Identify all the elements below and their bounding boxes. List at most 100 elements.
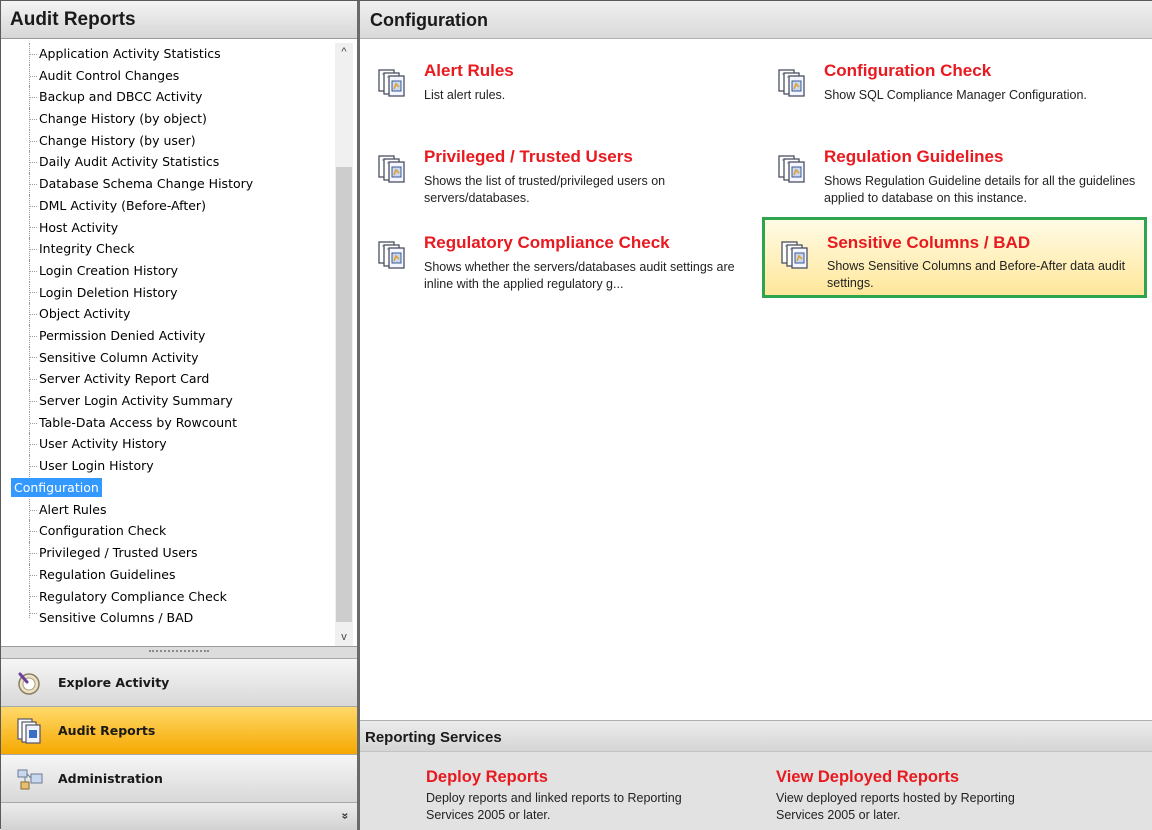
splitter-grip[interactable]	[149, 650, 209, 652]
tree-item[interactable]: Change History (by object)	[11, 108, 331, 130]
scroll-up-button[interactable]: ^	[335, 43, 353, 61]
tree-item[interactable]: User Login History	[11, 455, 331, 477]
tree-connector	[29, 498, 37, 521]
right-panel-title: Configuration	[360, 1, 1152, 39]
card-regulatory-compliance-check[interactable]: Regulatory Compliance Check Shows whethe…	[376, 233, 746, 307]
tree-item-label: User Activity History	[39, 436, 167, 452]
tree-connector	[29, 151, 37, 174]
tree-item-label: Server Login Activity Summary	[39, 393, 233, 408]
audit-reports-icon	[17, 718, 41, 744]
tree-connector	[29, 259, 37, 282]
tree-item-label: Database Schema Change History	[39, 176, 254, 192]
tree-connector	[29, 411, 37, 434]
tree-item[interactable]: Privileged / Trusted Users	[11, 542, 331, 564]
tree-item[interactable]: Daily Audit Activity Statistics	[11, 151, 331, 174]
tree-item[interactable]: Object Activity	[11, 303, 331, 325]
card-sensitive-columns-bad[interactable]: Sensitive Columns / BAD Shows Sensitive …	[762, 217, 1147, 298]
tree-item-label: Sensitive Columns / BAD	[39, 610, 194, 626]
card-title[interactable]: Sensitive Columns / BAD	[827, 233, 1030, 253]
tree-item[interactable]: Configuration Check	[11, 520, 331, 543]
card-desc: Shows the list of trusted/privileged use…	[424, 174, 666, 205]
tree-item-label: Application Activity Statistics	[39, 46, 221, 61]
tree-connector	[29, 346, 37, 369]
card-privileged-trusted-users[interactable]: Privileged / Trusted Users Shows the lis…	[376, 147, 746, 221]
tree-item-label: Change History (by user)	[39, 132, 196, 148]
tree-item[interactable]: Sensitive Columns / BAD	[11, 607, 331, 629]
nav-overflow-bar[interactable]: »	[1, 802, 357, 830]
report-stack-icon	[778, 155, 805, 183]
tree-connector	[29, 520, 37, 543]
chevron-double-down-icon[interactable]: »	[339, 813, 353, 820]
tree-item[interactable]: Table-Data Access by Rowcount	[11, 411, 331, 434]
card-desc: Shows Regulation Guideline details for a…	[824, 174, 1136, 205]
tree-connector	[29, 216, 37, 239]
app-window: Audit Reports Application Activity Stati…	[0, 0, 1152, 830]
nav-audit-reports[interactable]: Audit Reports	[1, 706, 357, 754]
tree-connector	[29, 368, 37, 390]
tree-item[interactable]: Application Activity Statistics	[11, 43, 331, 65]
tree-item[interactable]: Login Deletion History	[11, 281, 331, 304]
tree-connector	[29, 542, 37, 564]
tree-item[interactable]: Change History (by user)	[11, 129, 331, 152]
tree-item[interactable]: Server Login Activity Summary	[11, 390, 331, 412]
tree-item[interactable]: DML Activity (Before-After)	[11, 194, 331, 217]
rs-title[interactable]: Deploy Reports	[426, 768, 686, 787]
card-alert-rules[interactable]: Alert Rules List alert rules.	[376, 61, 746, 135]
tree-connector	[29, 390, 37, 412]
tree-connector	[29, 108, 37, 130]
card-desc: List alert rules.	[424, 88, 506, 102]
card-desc: Show SQL Compliance Manager Configuratio…	[824, 88, 1087, 102]
tree-item[interactable]: Database Schema Change History	[11, 173, 331, 195]
tree-connector	[29, 324, 37, 347]
card-title[interactable]: Configuration Check	[824, 61, 991, 81]
panel-splitter[interactable]	[1, 646, 357, 658]
tree-item-label: Host Activity	[39, 219, 119, 235]
tree-item[interactable]: Permission Denied Activity	[11, 324, 331, 347]
tree-group-configuration[interactable]: Configuration	[11, 477, 331, 499]
tree-connector	[29, 86, 37, 109]
rs-desc: View deployed reports hosted by Reportin…	[776, 791, 1015, 822]
report-tree: Application Activity Statistics Audit Con…	[11, 43, 331, 641]
card-title[interactable]: Alert Rules	[424, 61, 514, 81]
rs-title[interactable]: View Deployed Reports	[776, 768, 1036, 787]
rs-deploy-reports[interactable]: Deploy Reports Deploy reports and linked…	[426, 768, 686, 824]
tree-item[interactable]: User Activity History	[11, 433, 331, 456]
right-panel: Configuration Alert Rules List alert rul…	[360, 1, 1152, 830]
tree-item[interactable]: Host Activity	[11, 216, 331, 239]
tree-item-label: Audit Control Changes	[39, 67, 180, 83]
tree-item[interactable]: Regulatory Compliance Check	[11, 585, 331, 608]
tree-item[interactable]: Login Creation History	[11, 259, 331, 282]
card-desc: Shows whether the servers/databases audi…	[424, 260, 735, 291]
tree-item[interactable]: Integrity Check	[11, 238, 331, 260]
tree-connector	[29, 238, 37, 260]
tree-connector	[29, 563, 37, 586]
tree-connector	[29, 43, 37, 65]
card-regulation-guidelines[interactable]: Regulation Guidelines Shows Regulation G…	[776, 147, 1150, 221]
report-stack-icon	[378, 241, 405, 269]
tree-item[interactable]: Audit Control Changes	[11, 64, 331, 87]
tree-item-label: DML Activity (Before-After)	[39, 197, 206, 213]
tree-item[interactable]: Backup and DBCC Activity	[11, 86, 331, 109]
reporting-services-header: Reporting Services	[360, 720, 1152, 752]
scroll-thumb[interactable]	[336, 167, 352, 622]
scroll-down-button[interactable]: v	[335, 628, 353, 646]
card-configuration-check[interactable]: Configuration Check Show SQL Compliance …	[776, 61, 1150, 135]
tree-item-label: Regulation Guidelines	[39, 566, 176, 582]
nav-administration[interactable]: Administration	[1, 754, 357, 802]
left-panel: Audit Reports Application Activity Stati…	[1, 1, 357, 830]
tree-scrollbar[interactable]: ^ v	[335, 43, 353, 646]
tree-item-label: Server Activity Report Card	[39, 371, 210, 387]
nav-explore-activity[interactable]: Explore Activity	[1, 658, 357, 706]
tree-item[interactable]: Alert Rules	[11, 498, 331, 521]
rs-view-deployed-reports[interactable]: View Deployed Reports View deployed repo…	[776, 768, 1036, 824]
card-title[interactable]: Regulatory Compliance Check	[424, 233, 670, 253]
tree-item[interactable]: Server Activity Report Card	[11, 368, 331, 390]
tree-item-label: Regulatory Compliance Check	[39, 588, 227, 604]
nav-admin-label: Administration	[58, 771, 163, 786]
report-stack-icon	[378, 155, 405, 183]
tree-connector	[29, 607, 37, 619]
card-title[interactable]: Privileged / Trusted Users	[424, 147, 633, 167]
tree-item[interactable]: Sensitive Column Activity	[11, 346, 331, 369]
card-title[interactable]: Regulation Guidelines	[824, 147, 1003, 167]
tree-item[interactable]: Regulation Guidelines	[11, 563, 331, 586]
